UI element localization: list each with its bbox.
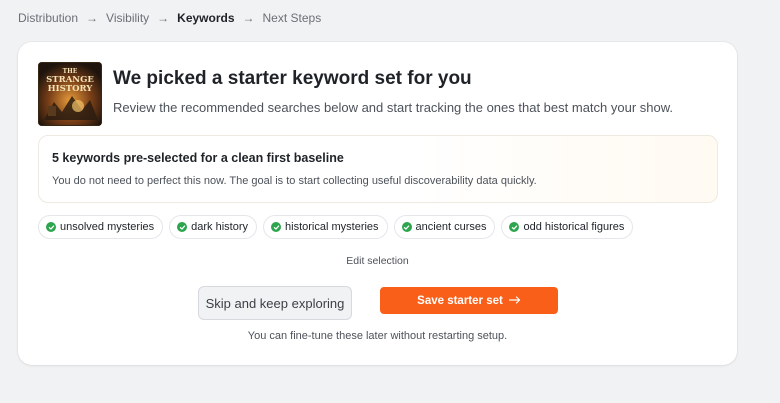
keyword-chip[interactable]: ancient curses (393, 215, 496, 239)
keyword-chip-label: unsolved mysteries (60, 221, 155, 233)
page-title: We picked a starter keyword set for you (113, 68, 472, 89)
breadcrumb-keywords: Keywords (177, 11, 235, 25)
check-circle-icon (271, 222, 282, 232)
check-circle-icon (46, 222, 56, 232)
breadcrumb-visibility[interactable]: Visibility (106, 11, 149, 25)
keyword-chip-label: odd historical figures (523, 221, 625, 233)
starter-keywords-card: THE STRANGE HISTORY We picked a starter … (18, 42, 737, 365)
keyword-chip[interactable]: odd historical figures (501, 215, 634, 239)
info-box-text: You do not need to perfect this now. The… (52, 175, 537, 187)
keyword-chip[interactable]: unsolved mysteries (38, 215, 164, 239)
arrow-right-icon: → (86, 11, 99, 25)
podcast-cover-image: THE STRANGE HISTORY (38, 62, 102, 126)
arrow-right-icon (508, 295, 521, 307)
keyword-chip-label: ancient curses (415, 221, 487, 233)
check-circle-icon (401, 222, 412, 232)
keyword-chip[interactable]: dark history (169, 215, 258, 239)
save-starter-set-label: Save starter set (417, 294, 503, 307)
arrow-right-icon: → (157, 11, 170, 25)
save-starter-set-button[interactable]: Save starter set (380, 287, 558, 314)
keyword-chip-label: dark history (191, 221, 249, 233)
breadcrumb-distribution[interactable]: Distribution (18, 11, 78, 25)
cover-title-line1: THE (63, 68, 78, 75)
preselected-info-box: 5 keywords pre-selected for a clean firs… (38, 135, 718, 203)
check-circle-icon (177, 222, 188, 232)
breadcrumb: Distribution → Visibility → Keywords → N… (18, 11, 321, 25)
keyword-chip[interactable]: historical mysteries (263, 215, 388, 239)
breadcrumb-next-steps[interactable]: Next Steps (263, 11, 322, 25)
keyword-chip-list: unsolved mysteries dark history historic… (38, 215, 634, 239)
check-circle-icon (509, 222, 520, 232)
cover-title-line3: HISTORY (48, 84, 94, 94)
footer-note: You can fine-tune these later without re… (247, 330, 508, 342)
page-subtitle: Review the recommended searches below an… (113, 100, 674, 115)
edit-selection-link[interactable]: Edit selection (18, 255, 737, 267)
info-box-title: 5 keywords pre-selected for a clean firs… (52, 151, 344, 165)
skip-button[interactable]: Skip and keep exploring (198, 286, 352, 320)
keyword-chip-label: historical mysteries (285, 221, 379, 233)
arrow-right-icon: → (242, 11, 255, 25)
